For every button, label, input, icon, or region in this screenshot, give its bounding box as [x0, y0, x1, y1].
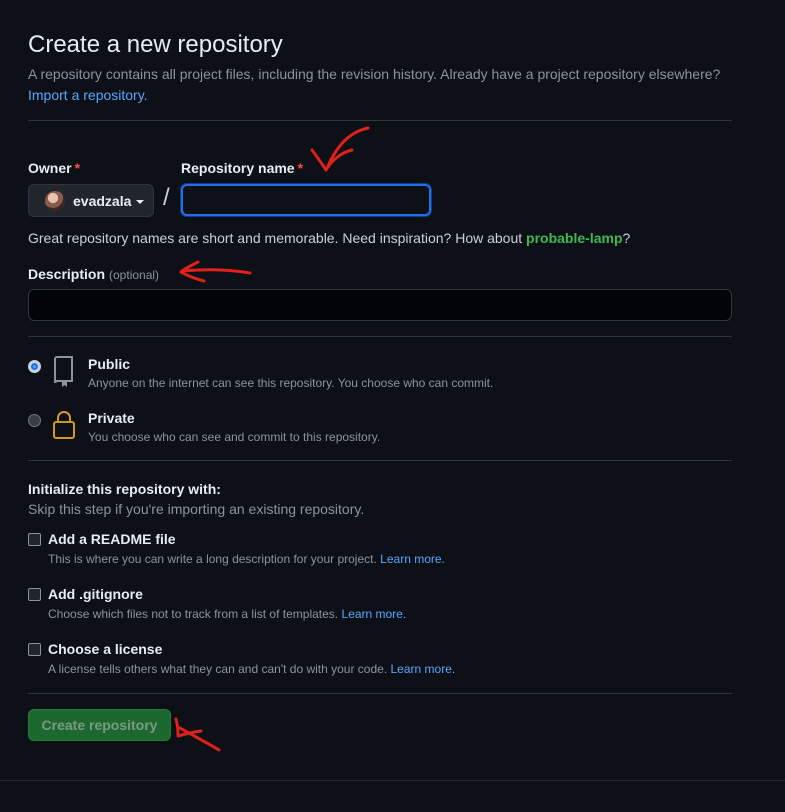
- arrow-to-repository-name: [310, 126, 370, 172]
- annotation-arrows: [174, 126, 370, 752]
- arrow-to-create-button: [174, 717, 221, 752]
- arrow-to-description: [179, 260, 252, 283]
